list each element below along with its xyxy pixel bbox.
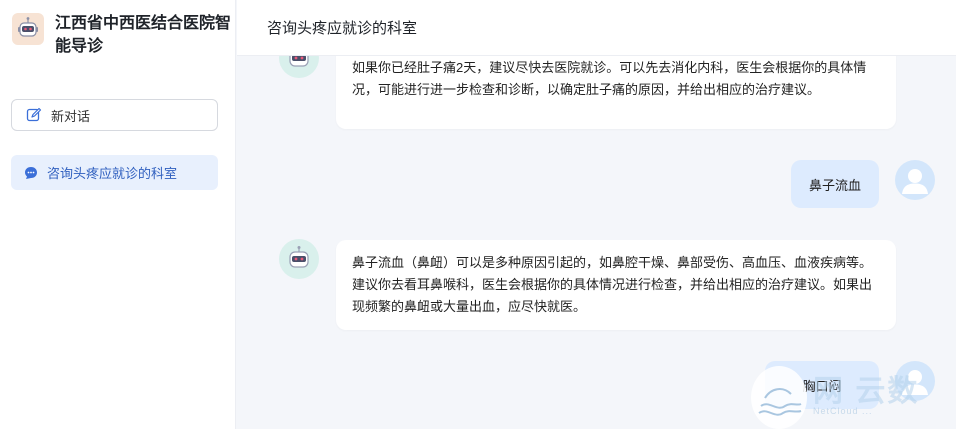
- bot-message: 鼻子流血（鼻衄）可以是多种原因引起的，如鼻腔干燥、鼻部受伤、高血压、血液疾病等。…: [336, 240, 896, 330]
- app-title: 江西省中西医结合医院智能导诊: [55, 15, 232, 55]
- new-chat-label: 新对话: [51, 108, 91, 124]
- chat-bubble-icon: [24, 166, 38, 180]
- message-text: 鼻子流血: [808, 177, 861, 193]
- chat-title: 咨询头疼应就诊的科室: [267, 20, 418, 37]
- conversation-item[interactable]: 咨询头疼应就诊的科室: [11, 155, 218, 190]
- watermark-subtext: NetCloud ...: [813, 406, 873, 416]
- new-chat-button[interactable]: 新对话: [11, 99, 218, 131]
- user-avatar: [895, 160, 935, 200]
- bot-avatar: [279, 239, 319, 279]
- user-icon: [902, 169, 928, 194]
- chat-panel: 咨询头疼应就诊的科室 如果你已经肚子痛2天，建议尽快去医院就诊。可以先去消化内科…: [237, 0, 956, 429]
- edit-icon: [26, 107, 42, 123]
- user-message: 鼻子流血: [791, 160, 879, 208]
- robot-icon: [12, 13, 44, 45]
- chat-header: 咨询头疼应就诊的科室: [237, 0, 956, 56]
- conversation-label: 咨询头疼应就诊的科室: [47, 166, 178, 181]
- sidebar: 江西省中西医结合医院智能导诊 新对话 咨询头疼应就诊的科室: [0, 0, 236, 429]
- robot-icon: [289, 246, 309, 268]
- watermark: 网 云数 NetCloud ...: [751, 366, 956, 429]
- watermark-logo-icon: [751, 366, 807, 429]
- bot-message: 如果你已经肚子痛2天，建议尽快去医院就诊。可以先去消化内科，医生会根据你的具体情…: [336, 45, 896, 129]
- message-text: 如果你已经肚子痛2天，建议尽快去医院就诊。可以先去消化内科，医生会根据你的具体情…: [352, 60, 867, 97]
- message-text: 鼻子流血（鼻衄）可以是多种原因引起的，如鼻腔干燥、鼻部受伤、高血压、血液疾病等。…: [352, 255, 873, 314]
- brand: 江西省中西医结合医院智能导诊: [12, 12, 235, 58]
- watermark-text: 网 云数: [813, 375, 920, 408]
